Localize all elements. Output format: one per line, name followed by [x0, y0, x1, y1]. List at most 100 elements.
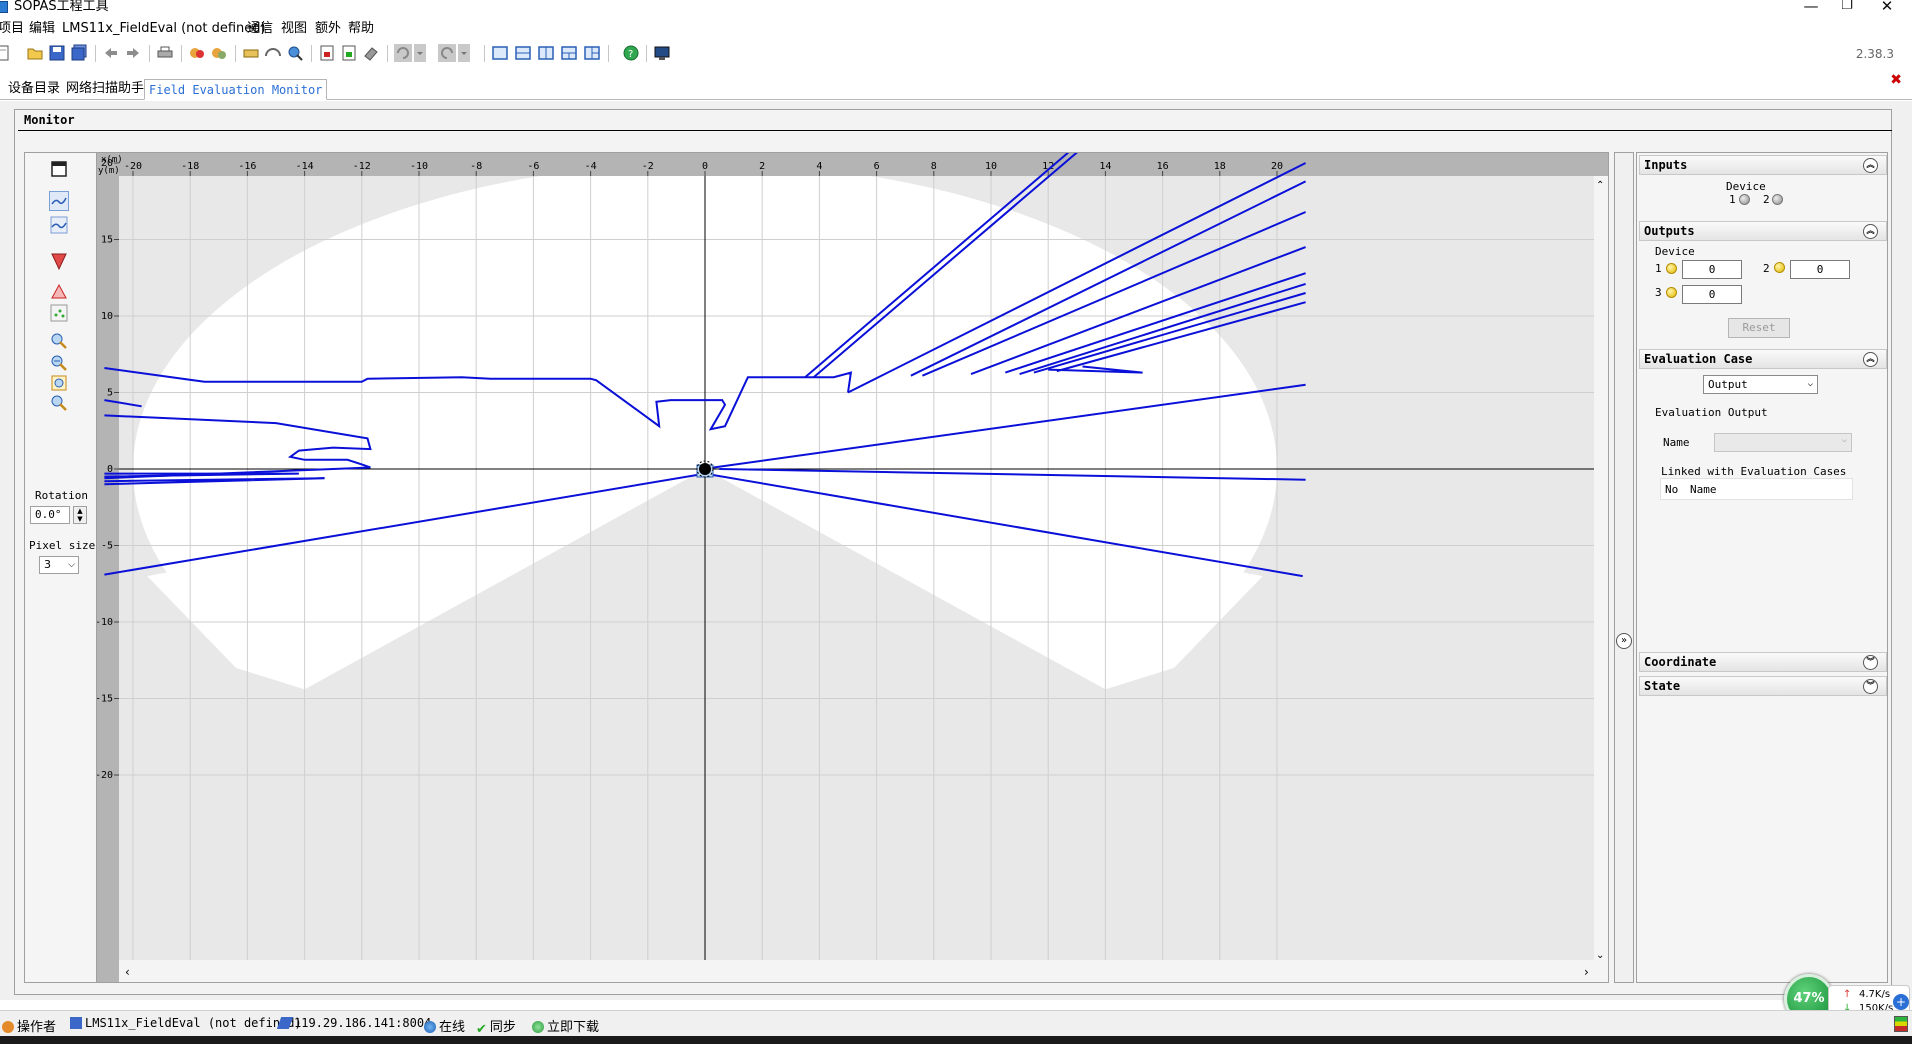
- scan-lines-icon[interactable]: [49, 215, 69, 235]
- output-3-indicator: [1666, 287, 1677, 298]
- chevron-up-icon[interactable]: ︽: [1863, 158, 1878, 173]
- inputs-section-header[interactable]: Inputs ︽: [1639, 155, 1887, 175]
- zoom-fit-icon[interactable]: [49, 373, 69, 393]
- redo-icon[interactable]: [438, 44, 456, 62]
- linked-cases-label: Linked with Evaluation Cases: [1661, 465, 1847, 478]
- scan-plot[interactable]: -20 -18 -16 -14 -12 -10 -8 -6 -4 -2 0 2 4 6 8 10 12 14 16 1…: [96, 152, 1609, 983]
- status-download-label: 立即下载: [547, 1020, 600, 1035]
- menu-communication[interactable]: 通信: [247, 20, 273, 37]
- evaluation-name-select[interactable]: ⌵: [1714, 433, 1852, 452]
- chevron-down-icon[interactable]: ︾: [1863, 655, 1878, 670]
- rotation-input[interactable]: 0.0°: [30, 506, 70, 524]
- toolbar-separator: [311, 45, 312, 62]
- monitor-icon[interactable]: [653, 44, 671, 62]
- new-icon[interactable]: [0, 44, 12, 62]
- x-tick-label: -16: [238, 161, 256, 172]
- scan-view-icon[interactable]: [49, 191, 69, 211]
- zoom-out-icon[interactable]: [49, 353, 69, 373]
- layout-5-icon[interactable]: [583, 44, 601, 62]
- layout-1-icon[interactable]: [491, 44, 509, 62]
- status-user: 操作者: [2, 1016, 56, 1035]
- linked-col-name: Name: [1690, 483, 1717, 496]
- x-tick-label: -10: [410, 161, 428, 172]
- disconnect-icon[interactable]: [210, 44, 228, 62]
- points-icon[interactable]: [49, 303, 69, 323]
- export-icon[interactable]: [318, 44, 336, 62]
- zoom-reset-icon[interactable]: [49, 393, 69, 413]
- layout-3-icon[interactable]: [537, 44, 555, 62]
- status-device-label: LMS11x_FieldEval (not defined): [85, 1016, 302, 1030]
- tab-network-scan-assistant[interactable]: 网络扫描助手: [62, 79, 148, 100]
- evaluation-type-select[interactable]: Output ⌵: [1703, 375, 1818, 394]
- forward-arrow-icon[interactable]: [124, 44, 142, 62]
- toolbar-separator: [95, 45, 96, 62]
- output-2-label: 2: [1763, 262, 1770, 275]
- y-ruler: [97, 153, 119, 982]
- menu-edit[interactable]: 编辑: [29, 20, 55, 37]
- status-download: 立即下载: [532, 1016, 599, 1035]
- chevron-up-icon[interactable]: ︽: [1863, 352, 1878, 367]
- menu-device[interactable]: LMS11x_FieldEval (not defined): [62, 20, 266, 37]
- connect-icon[interactable]: [188, 44, 206, 62]
- mirror-icon[interactable]: [49, 281, 69, 301]
- scan-icon[interactable]: [264, 44, 282, 62]
- status-sync: ✔ 同步: [476, 1016, 516, 1036]
- eraser-icon[interactable]: [362, 44, 380, 62]
- x-tick-label: -8: [470, 161, 482, 172]
- monitor-tool-panel: Rotation 0.0° ▲ ▼ Pixel size 3 ⌵: [24, 152, 96, 983]
- redo-dropdown-icon[interactable]: [458, 44, 470, 62]
- inputs-title: Inputs: [1644, 158, 1688, 172]
- chevron-down-icon[interactable]: ︾: [1863, 679, 1878, 694]
- rotation-spinner[interactable]: ▲ ▼: [73, 506, 87, 524]
- x-tick-label: 16: [1157, 161, 1169, 172]
- evaluation-output-group-label: Evaluation Output: [1655, 406, 1768, 419]
- menu-help[interactable]: 帮助: [348, 20, 374, 37]
- menu-view[interactable]: 视图: [281, 20, 307, 37]
- help-icon[interactable]: ?: [622, 44, 640, 62]
- import-icon[interactable]: [340, 44, 358, 62]
- reset-button[interactable]: Reset: [1728, 318, 1790, 338]
- output-1-label: 1: [1655, 262, 1662, 275]
- back-arrow-icon[interactable]: [102, 44, 120, 62]
- layout-4-icon[interactable]: [560, 44, 578, 62]
- open-folder-icon[interactable]: [26, 44, 44, 62]
- output-2-counter: 0: [1790, 260, 1850, 279]
- undo-dropdown-icon[interactable]: [414, 44, 426, 62]
- menu-extras[interactable]: 额外: [315, 20, 341, 37]
- x-tick-label: 8: [931, 161, 937, 172]
- tab-field-evaluation-monitor[interactable]: Field Evaluation Monitor: [144, 79, 328, 100]
- undo-icon[interactable]: [394, 44, 412, 62]
- save-all-icon[interactable]: [70, 44, 88, 62]
- coordinate-section-header[interactable]: Coordinate ︾: [1639, 652, 1887, 672]
- chevron-up-icon[interactable]: ︽: [1863, 224, 1878, 239]
- minimize-button[interactable]: —: [1794, 0, 1828, 15]
- save-icon[interactable]: [48, 44, 66, 62]
- x-ruler: [97, 153, 1608, 176]
- pixel-size-select[interactable]: 3 ⌵: [39, 556, 79, 574]
- state-section-header[interactable]: State ︾: [1639, 676, 1887, 696]
- outputs-section-header[interactable]: Outputs ︽: [1639, 221, 1887, 241]
- input-1-label: 1: [1729, 193, 1736, 206]
- search-icon[interactable]: [286, 44, 304, 62]
- device-icon[interactable]: [242, 44, 260, 62]
- tab-device-catalog[interactable]: 设备目录: [4, 79, 64, 100]
- window-icon[interactable]: [49, 159, 69, 179]
- layout-2-icon[interactable]: [514, 44, 532, 62]
- close-tab-icon[interactable]: ✖: [1890, 72, 1902, 88]
- x-axis-unit-label: x(m): [101, 155, 123, 165]
- x-tick-label: -18: [181, 161, 199, 172]
- field-icon[interactable]: [49, 251, 69, 271]
- restore-button[interactable]: ❐: [1830, 0, 1864, 15]
- window-title: SOPAS工程工具: [14, 0, 109, 14]
- menu-project[interactable]: 项目: [0, 20, 24, 37]
- evaluation-case-section-header[interactable]: Evaluation Case ︽: [1639, 349, 1887, 369]
- print-icon[interactable]: [156, 44, 174, 62]
- collapse-panel-button[interactable]: »: [1616, 633, 1632, 649]
- zoom-in-icon[interactable]: [49, 331, 69, 351]
- y-tick-label: -15: [97, 694, 113, 705]
- status-online: 在线: [424, 1016, 465, 1035]
- y-tick-label: -20: [97, 770, 113, 781]
- close-button[interactable]: ✕: [1870, 0, 1904, 15]
- add-icon[interactable]: +: [1893, 994, 1909, 1010]
- toolbar-separator: [646, 45, 647, 62]
